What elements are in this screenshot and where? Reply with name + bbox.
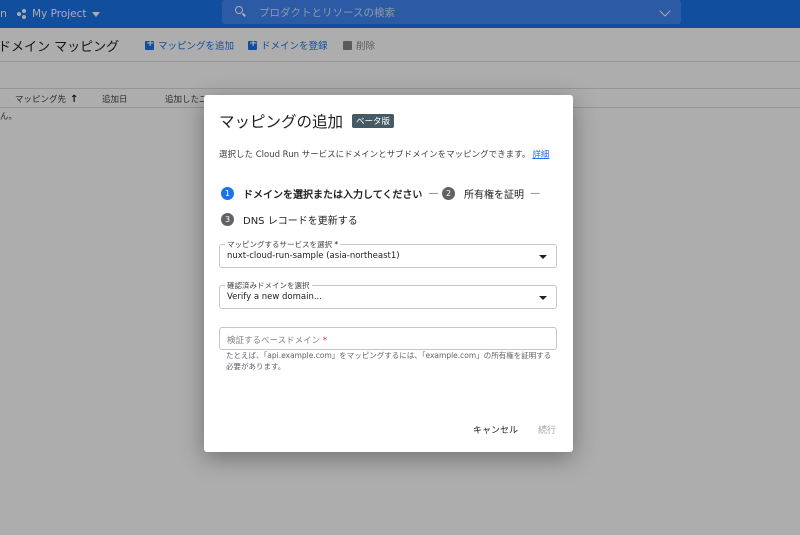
base-domain-placeholder-text: 検証するベースドメイン xyxy=(227,336,321,346)
service-select-label: マッピングするサービスを選択 * xyxy=(225,239,341,250)
step-separator: — xyxy=(428,188,439,199)
details-link[interactable]: 詳細 xyxy=(532,150,549,160)
step-3: 3 DNS レコードを更新する xyxy=(221,212,358,227)
verified-domain-select[interactable]: 確認済みドメインを選択 Verify a new domain... xyxy=(219,280,557,309)
dropdown-arrow-icon xyxy=(539,296,547,300)
step-label-2: 所有権を証明 xyxy=(464,190,524,201)
dialog-title: マッピングの追加 xyxy=(219,113,344,131)
base-domain-placeholder: 検証するベースドメイン * xyxy=(227,334,327,346)
verified-domain-select-value: Verify a new domain... xyxy=(227,292,322,302)
step-2: 2 所有権を証明 — xyxy=(442,186,540,201)
step-label-3: DNS レコードを更新する xyxy=(243,216,358,227)
step-number-2: 2 xyxy=(442,187,455,200)
base-domain-input[interactable]: 検証するベースドメイン * xyxy=(219,327,557,350)
dropdown-arrow-icon xyxy=(539,255,547,259)
beta-badge: ベータ版 xyxy=(352,114,395,128)
add-mapping-dialog: マッピングの追加 ベータ版 選択した Cloud Run サービスにドメインとサ… xyxy=(204,95,573,452)
step-separator: — xyxy=(530,188,540,199)
verified-domain-select-label: 確認済みドメインを選択 xyxy=(225,280,312,291)
required-mark: * xyxy=(322,336,328,346)
continue-button[interactable]: 続行 xyxy=(538,423,556,436)
service-select-value: nuxt-cloud-run-sample (asia-northeast1) xyxy=(227,251,400,261)
step-number-3: 3 xyxy=(221,213,234,226)
step-label-1: ドメインを選択または入力してください xyxy=(243,190,423,201)
base-domain-hint: たとえば、「api.example.com」をマッピングするには、「exampl… xyxy=(226,351,552,371)
cancel-button[interactable]: キャンセル xyxy=(473,423,518,436)
service-select-label-text: マッピングするサービスを選択 xyxy=(227,240,332,249)
required-mark: * xyxy=(334,240,339,249)
step-1: 1 ドメインを選択または入力してください — xyxy=(221,186,438,201)
step-number-1: 1 xyxy=(221,187,234,200)
service-select[interactable]: マッピングするサービスを選択 * nuxt-cloud-run-sample (… xyxy=(219,239,557,268)
description-text: 選択した Cloud Run サービスにドメインとサブドメインをマッピングできま… xyxy=(219,150,531,160)
dialog-description: 選択した Cloud Run サービスにドメインとサブドメインをマッピングできま… xyxy=(219,148,549,160)
